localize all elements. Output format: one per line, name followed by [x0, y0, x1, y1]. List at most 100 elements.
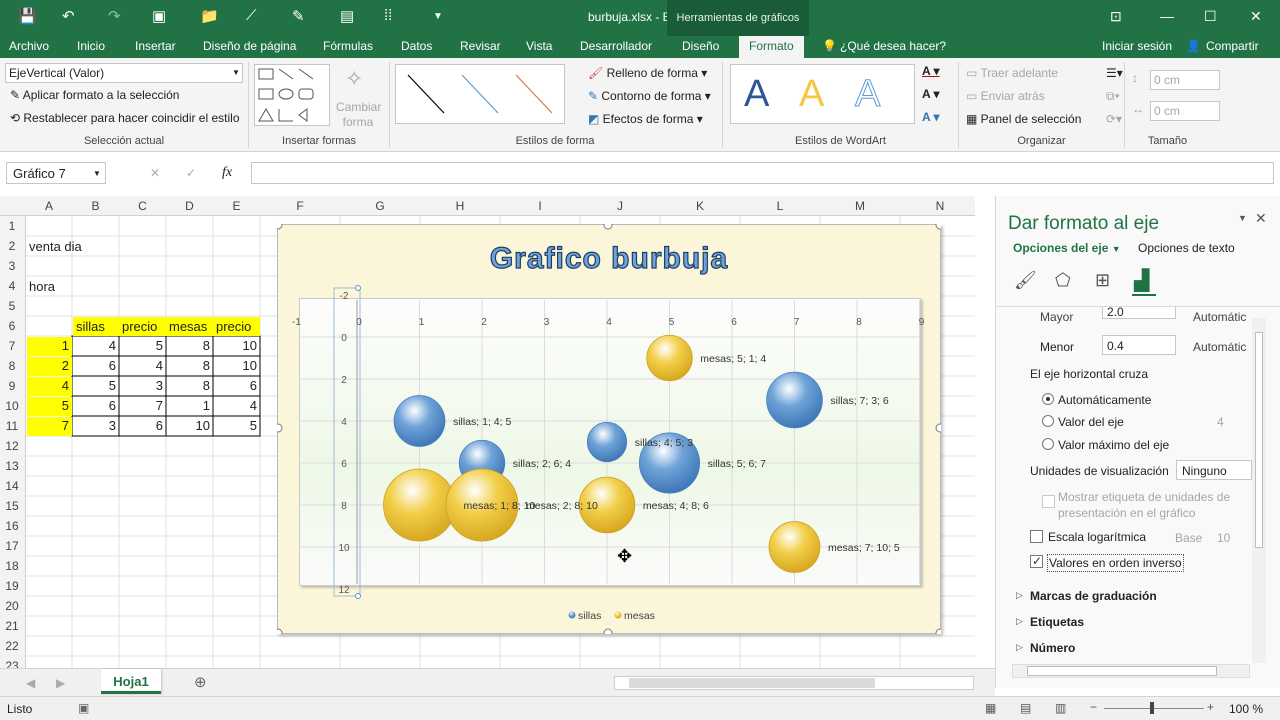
data-label[interactable]: sillas; 7; 3; 6 — [830, 395, 889, 407]
row-header[interactable]: 17 — [0, 539, 24, 553]
column-header[interactable]: M — [820, 199, 900, 213]
bring-forward-button[interactable]: ▭ Traer adelante — [966, 66, 1058, 80]
mayor-auto[interactable]: Automátic — [1193, 310, 1246, 324]
section-labels[interactable]: Etiquetas — [1030, 615, 1084, 629]
minimize-button[interactable]: — — [1160, 8, 1174, 24]
header-precio[interactable]: precio — [119, 317, 166, 336]
row-header[interactable]: 8 — [0, 359, 24, 373]
pane-hscroll-thumb[interactable] — [1027, 666, 1217, 676]
chart-resize-handle[interactable] — [603, 628, 613, 634]
fill-line-icon[interactable]: 🖌 — [1014, 270, 1037, 291]
row-header[interactable]: 16 — [0, 519, 24, 533]
data-label[interactable]: mesas; 5; 1; 4 — [700, 353, 766, 365]
row-header[interactable]: 14 — [0, 479, 24, 493]
chart-resize-handle[interactable] — [603, 224, 613, 230]
pane-hscrollbar[interactable] — [1012, 664, 1250, 678]
tab-desarrollador[interactable]: Desarrollador — [580, 39, 652, 53]
column-header[interactable]: H — [420, 199, 500, 213]
tab-inicio[interactable]: Inicio — [77, 39, 105, 53]
tab-formulas[interactable]: Fórmulas — [323, 39, 373, 53]
data-label[interactable]: sillas; 2; 6; 4 — [513, 458, 572, 470]
tab-datos[interactable]: Datos — [401, 39, 432, 53]
axis-value-input[interactable]: 4 — [1217, 415, 1224, 429]
header-precio-2[interactable]: precio — [213, 317, 260, 336]
pane-options-icon[interactable]: ▼ — [1238, 213, 1247, 223]
tab-insertar[interactable]: Insertar — [135, 39, 176, 53]
row-header[interactable]: 13 — [0, 459, 24, 473]
zoom-out-icon[interactable]: − — [1090, 700, 1097, 714]
wordart-style-blue[interactable]: A — [744, 73, 769, 116]
row-header[interactable]: 5 — [0, 299, 24, 313]
hscroll-thumb[interactable] — [629, 678, 875, 688]
page-break-icon[interactable]: ▥ — [1055, 701, 1066, 715]
cell-value[interactable]: 5 — [73, 377, 119, 396]
bubble-mesas[interactable] — [646, 334, 693, 382]
tab-revisar[interactable]: Revisar — [460, 39, 501, 53]
show-units-checkbox[interactable] — [1042, 495, 1055, 508]
cell-value[interactable]: 6 — [214, 377, 260, 396]
data-label[interactable]: mesas; 1; 8; 10 — [464, 500, 536, 512]
zoom-level[interactable]: 100 % — [1229, 702, 1263, 716]
cell-a2[interactable]: venta dia — [29, 239, 82, 254]
menor-auto[interactable]: Automátic — [1193, 340, 1246, 354]
row-header[interactable]: 3 — [0, 259, 24, 273]
zoom-slider-thumb[interactable] — [1150, 702, 1154, 714]
sign-in-link[interactable]: Iniciar sesión — [1102, 39, 1172, 53]
formula-input[interactable] — [251, 162, 1274, 184]
tab-diseno-pagina[interactable]: Diseño de página — [203, 39, 296, 53]
column-header[interactable]: F — [260, 199, 340, 213]
macro-record-icon[interactable]: ▣ — [78, 701, 89, 715]
horizontal-scrollbar[interactable] — [614, 676, 974, 690]
radio-max-value-label[interactable]: Valor máximo del eje — [1058, 438, 1169, 452]
column-header[interactable]: J — [580, 199, 660, 213]
reset-style-button[interactable]: ⟲ Restablecer para hacer coincidir el es… — [10, 111, 240, 125]
column-header[interactable]: L — [740, 199, 820, 213]
insert-function-icon[interactable]: fx — [222, 165, 232, 181]
text-effects-icon[interactable]: A ▾ — [922, 110, 940, 124]
tell-me-search[interactable]: ¿Qué desea hacer? — [840, 39, 946, 53]
selection-pane-button[interactable]: ▦ Panel de selección — [966, 112, 1081, 126]
bubble-sillas[interactable] — [766, 371, 823, 429]
bubble-sillas[interactable] — [586, 421, 628, 463]
legend-entry[interactable]: sillas — [578, 610, 601, 622]
cell-value[interactable]: 8 — [167, 337, 213, 356]
cell-value[interactable]: 1 — [27, 337, 72, 356]
shape-styles-gallery[interactable] — [395, 64, 565, 124]
log-scale-checkbox[interactable] — [1030, 530, 1043, 543]
column-header[interactable]: C — [119, 199, 166, 213]
align-icon[interactable]: ☰▾ — [1106, 66, 1123, 80]
row-header[interactable]: 4 — [0, 279, 24, 293]
column-header[interactable]: K — [660, 199, 740, 213]
text-outline-icon[interactable]: A ▾ — [922, 87, 940, 101]
reverse-order-label[interactable]: Valores en orden inverso — [1047, 554, 1184, 572]
log-scale-label[interactable]: Escala logarítmica — [1048, 530, 1146, 544]
maximize-button[interactable]: ☐ — [1204, 8, 1217, 25]
rotate-icon[interactable]: ⟳▾ — [1106, 112, 1122, 126]
data-label[interactable]: mesas; 4; 8; 6 — [643, 500, 709, 512]
row-header[interactable]: 19 — [0, 579, 24, 593]
radio-axis-value-label[interactable]: Valor del eje — [1058, 415, 1124, 429]
column-header[interactable]: B — [72, 199, 119, 213]
shapes-gallery[interactable] — [254, 64, 330, 126]
cell-a4[interactable]: hora — [29, 279, 55, 294]
cell-value[interactable]: 6 — [73, 397, 119, 416]
chart-resize-handle[interactable] — [935, 423, 941, 433]
next-sheet-icon[interactable]: ▶ — [56, 676, 65, 690]
cell-value[interactable]: 5 — [27, 397, 72, 416]
cell-value[interactable]: 5 — [120, 337, 166, 356]
shape-width-input[interactable]: 0 cm — [1150, 101, 1220, 121]
row-header[interactable]: 21 — [0, 619, 24, 633]
header-sillas[interactable]: sillas — [73, 317, 119, 336]
page-layout-icon[interactable]: ▤ — [1020, 701, 1031, 715]
row-header[interactable]: 2 — [0, 239, 24, 253]
reverse-order-checkbox[interactable]: ✓ — [1030, 554, 1043, 568]
zoom-in-icon[interactable]: + — [1207, 700, 1214, 714]
cell-value[interactable]: 3 — [120, 377, 166, 396]
ribbon-display-icon[interactable]: ⊡ — [1110, 8, 1122, 25]
axis-options-icon[interactable]: ▟ — [1134, 268, 1149, 293]
axis-handle[interactable] — [355, 593, 361, 599]
pane-scroll-thumb[interactable] — [1255, 332, 1263, 548]
radio-auto-label[interactable]: Automáticamente — [1058, 393, 1151, 407]
row-header[interactable]: 12 — [0, 439, 24, 453]
row-header[interactable]: 11 — [0, 419, 24, 433]
